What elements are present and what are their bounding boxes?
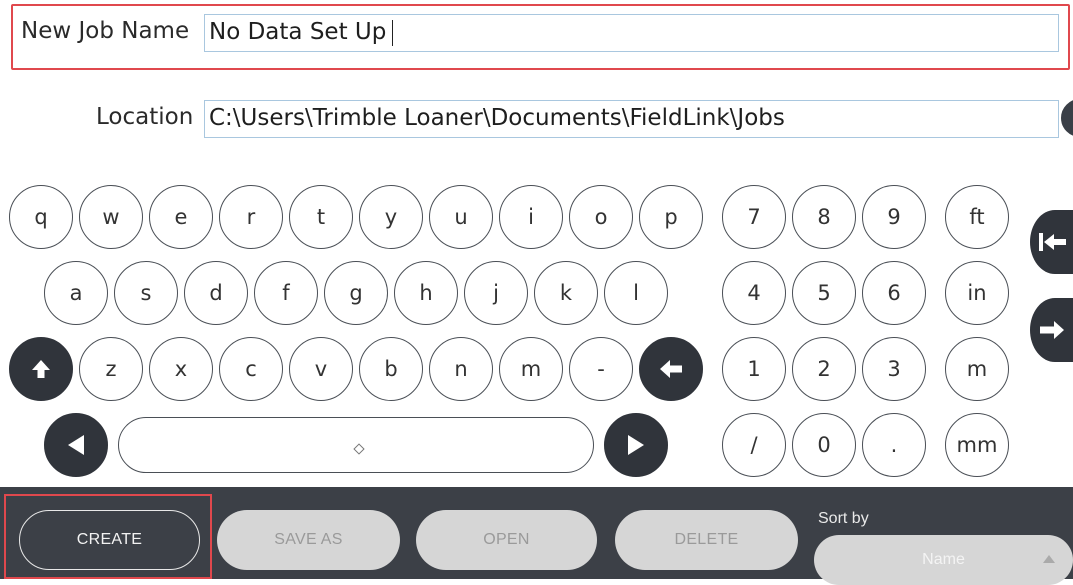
create-button[interactable]: CREATE	[19, 510, 200, 570]
key-2[interactable]: 2	[792, 337, 856, 401]
key-b[interactable]: b	[359, 337, 423, 401]
key-5[interactable]: 5	[792, 261, 856, 325]
folder-browse-icon[interactable]	[1061, 99, 1073, 137]
key-4[interactable]: 4	[722, 261, 786, 325]
unit-ft-key[interactable]: ft	[945, 185, 1009, 249]
space-bar[interactable]	[118, 417, 594, 473]
sort-by-select[interactable]: Name	[814, 535, 1073, 585]
location-value: C:\Users\Trimble Loaner\Documents\FieldL…	[209, 105, 785, 131]
key-n[interactable]: n	[429, 337, 493, 401]
key-s[interactable]: s	[114, 261, 178, 325]
key-v[interactable]: v	[289, 337, 353, 401]
key-a[interactable]: a	[44, 261, 108, 325]
key-i[interactable]: i	[499, 185, 563, 249]
text-caret	[392, 19, 394, 46]
sort-by-value: Name	[922, 551, 965, 568]
unit-m-key[interactable]: m	[945, 337, 1009, 401]
chevron-up-icon	[1043, 555, 1055, 563]
key-o[interactable]: o	[569, 185, 633, 249]
key-0[interactable]: 0	[792, 413, 856, 477]
key-c[interactable]: c	[219, 337, 283, 401]
key-d[interactable]: d	[184, 261, 248, 325]
key-w[interactable]: w	[79, 185, 143, 249]
key-6[interactable]: 6	[862, 261, 926, 325]
key-9[interactable]: 9	[862, 185, 926, 249]
save-as-button[interactable]: SAVE AS	[217, 510, 400, 570]
key-hyphen[interactable]: -	[569, 337, 633, 401]
key-period[interactable]: .	[862, 413, 926, 477]
job-name-label: New Job Name	[21, 18, 190, 44]
key-y[interactable]: y	[359, 185, 423, 249]
job-name-value: No Data Set Up	[209, 19, 387, 45]
next-field-icon[interactable]	[1030, 298, 1073, 362]
shift-up-icon[interactable]	[9, 337, 73, 401]
cursor-right-icon[interactable]	[604, 413, 668, 477]
key-u[interactable]: u	[429, 185, 493, 249]
key-x[interactable]: x	[149, 337, 213, 401]
key-t[interactable]: t	[289, 185, 353, 249]
key-7[interactable]: 7	[722, 185, 786, 249]
key-e[interactable]: e	[149, 185, 213, 249]
unit-mm-key[interactable]: mm	[945, 413, 1009, 477]
unit-in-key[interactable]: in	[945, 261, 1009, 325]
key-j[interactable]: j	[464, 261, 528, 325]
key-1[interactable]: 1	[722, 337, 786, 401]
key-g[interactable]: g	[324, 261, 388, 325]
key-f[interactable]: f	[254, 261, 318, 325]
backspace-arrow-icon[interactable]	[639, 337, 703, 401]
key-z[interactable]: z	[79, 337, 143, 401]
location-label: Location	[96, 104, 194, 130]
key-l[interactable]: l	[604, 261, 668, 325]
key-r[interactable]: r	[219, 185, 283, 249]
key-slash[interactable]: /	[722, 413, 786, 477]
key-8[interactable]: 8	[792, 185, 856, 249]
location-input[interactable]: C:\Users\Trimble Loaner\Documents\FieldL…	[204, 100, 1059, 138]
sort-by-label: Sort by	[818, 510, 869, 527]
cursor-left-icon[interactable]	[44, 413, 108, 477]
delete-button[interactable]: DELETE	[615, 510, 798, 570]
open-button[interactable]: OPEN	[416, 510, 597, 570]
jump-to-start-icon[interactable]	[1030, 210, 1073, 274]
key-3[interactable]: 3	[862, 337, 926, 401]
key-m[interactable]: m	[499, 337, 563, 401]
key-q[interactable]: q	[9, 185, 73, 249]
key-k[interactable]: k	[534, 261, 598, 325]
key-p[interactable]: p	[639, 185, 703, 249]
job-name-input[interactable]: No Data Set Up	[204, 14, 1059, 52]
space-bar-marker	[353, 443, 365, 455]
key-h[interactable]: h	[394, 261, 458, 325]
